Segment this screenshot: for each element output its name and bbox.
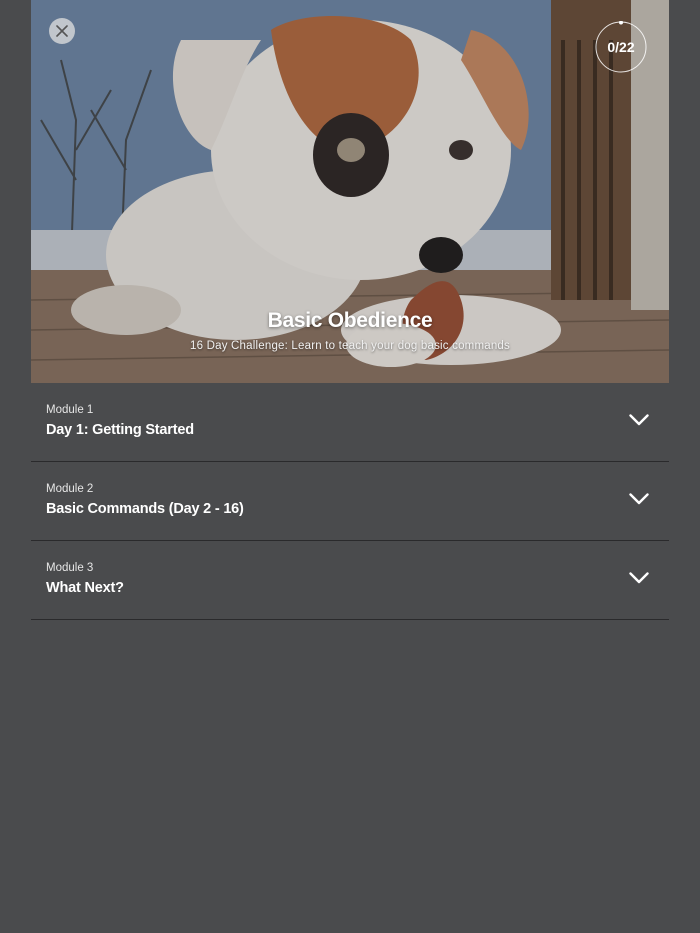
module-label: Module 2 xyxy=(46,483,94,495)
close-icon xyxy=(56,25,68,37)
module-item-3[interactable]: Module 3 What Next? xyxy=(31,541,669,620)
chevron-down-icon[interactable] xyxy=(629,493,649,505)
progress-indicator: 0/22 xyxy=(595,21,647,73)
module-title: What Next? xyxy=(46,580,124,596)
chevron-down-icon[interactable] xyxy=(629,414,649,426)
module-label: Module 1 xyxy=(46,404,94,416)
module-title: Basic Commands (Day 2 - 16) xyxy=(46,501,244,517)
module-title: Day 1: Getting Started xyxy=(46,422,194,438)
module-item-1[interactable]: Module 1 Day 1: Getting Started xyxy=(31,383,669,462)
progress-count: 0/22 xyxy=(607,39,635,55)
module-list: Module 1 Day 1: Getting Started Module 2… xyxy=(31,383,669,620)
close-button[interactable] xyxy=(49,18,75,44)
course-subtitle: 16 Day Challenge: Learn to teach your do… xyxy=(190,340,510,352)
module-label: Module 3 xyxy=(46,562,94,574)
module-item-2[interactable]: Module 2 Basic Commands (Day 2 - 16) xyxy=(31,462,669,541)
course-page: 0/22 Basic Obedience 16 Day Challenge: L… xyxy=(0,0,700,933)
course-title: Basic Obedience xyxy=(267,309,433,332)
chevron-down-icon[interactable] xyxy=(629,572,649,584)
course-hero: 0/22 Basic Obedience 16 Day Challenge: L… xyxy=(31,0,669,383)
